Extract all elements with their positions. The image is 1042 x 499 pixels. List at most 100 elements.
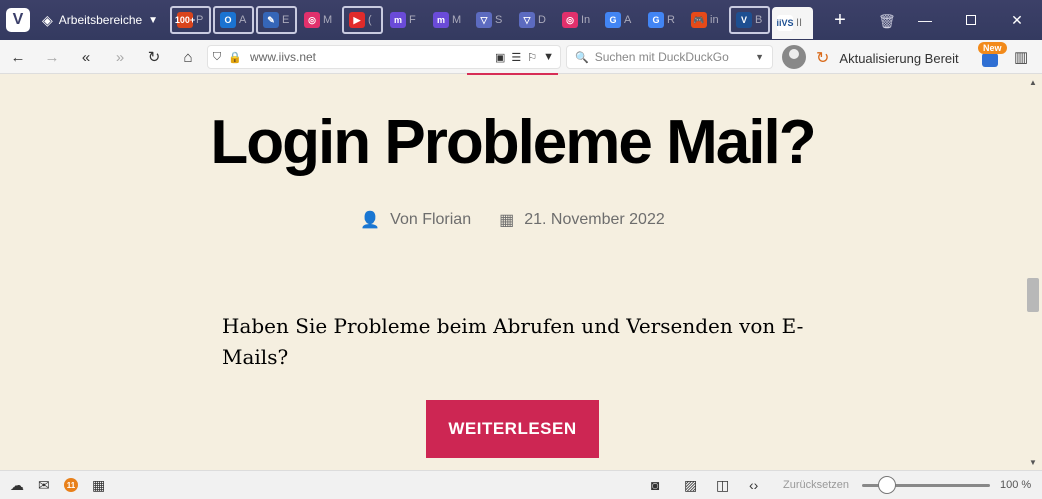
status-bar: ☁ ✉ 11 ▦ ◙ ▨ ◫ ‹› Zurücksetzen 100 % xyxy=(0,470,1042,499)
tab-title: R xyxy=(667,14,675,26)
bookmark-icon[interactable]: ⚐ xyxy=(527,51,537,64)
browser-tab[interactable]: VB xyxy=(729,6,770,34)
tab-favicon-icon: G xyxy=(648,12,664,28)
chevron-down-icon[interactable]: ▼ xyxy=(543,51,554,64)
minimize-button[interactable]: — xyxy=(902,0,948,40)
browser-tab[interactable]: ▽ D xyxy=(514,6,555,34)
navigation-bar: ← → « » ↻ ⌂ ⛉ 🔒 www.iivs.net ▣ ☰ ⚐ ▼ 🔍 S… xyxy=(0,40,1042,74)
tab-favicon-icon: ◎ xyxy=(304,12,320,28)
reload-icon[interactable]: ↻ xyxy=(143,46,165,68)
update-button[interactable]: ↻ Aktualisierung Bereit xyxy=(816,48,959,68)
browser-tab[interactable]: iiVS II xyxy=(772,7,813,39)
closed-tabs-trash-icon[interactable]: 🗑 xyxy=(878,13,896,30)
close-icon: ✕ xyxy=(1011,11,1023,28)
browser-tab[interactable]: 🎮 in xyxy=(686,6,727,34)
browser-tab[interactable]: GR xyxy=(643,6,684,34)
browser-tab[interactable]: ◎ In xyxy=(557,6,598,34)
devtools-icon[interactable]: ‹› xyxy=(749,477,758,493)
workspaces-button[interactable]: ◈ Arbeitsbereiche ▼ xyxy=(42,12,170,29)
workspaces-label: Arbeitsbereiche xyxy=(58,13,143,27)
tab-title: E xyxy=(282,14,290,26)
sync-cloud-icon[interactable]: ☁ xyxy=(10,477,24,494)
reader-view-icon[interactable]: ☰ xyxy=(511,51,521,64)
browser-tab[interactable]: OA xyxy=(213,6,254,34)
shield-icon[interactable]: ⛉ xyxy=(208,51,226,64)
tab-favicon-icon: ◎ xyxy=(562,12,578,28)
person-icon: 👤 xyxy=(360,212,381,229)
browser-tab[interactable]: GA xyxy=(600,6,641,34)
new-badge: New xyxy=(978,42,1007,54)
maximize-button[interactable] xyxy=(948,0,994,40)
home-icon[interactable]: ⌂ xyxy=(177,46,199,68)
update-label: Aktualisierung Bereit xyxy=(839,50,959,66)
new-tab-button[interactable]: + xyxy=(825,9,855,32)
page-content: Login Probleme Mail? 👤 Von Florian ▦ 21.… xyxy=(0,75,1025,470)
tab-favicon-icon: V xyxy=(736,12,752,28)
fast-forward-icon[interactable]: » xyxy=(109,46,131,68)
tab-title: M xyxy=(452,14,462,26)
browser-tab[interactable]: ✎ E xyxy=(256,6,297,34)
article-title: Login Probleme Mail? xyxy=(210,108,816,177)
tab-favicon-icon: 🎮 xyxy=(691,12,707,28)
scroll-down-icon[interactable]: ▼ xyxy=(1029,458,1037,467)
author-meta: 👤 Von Florian xyxy=(360,210,471,230)
author-link[interactable]: Von Florian xyxy=(390,211,471,229)
tab-title: P xyxy=(196,14,204,26)
mail-icon[interactable]: ✉ xyxy=(38,477,50,494)
tab-title: II xyxy=(796,17,803,29)
tab-title: in xyxy=(710,14,719,26)
lock-icon[interactable]: 🔒 xyxy=(226,51,244,64)
rss-icon[interactable]: ▣ xyxy=(495,51,505,64)
date-link[interactable]: 21. November 2022 xyxy=(524,211,665,229)
tab-title: ( xyxy=(368,14,372,26)
article-meta: 👤 Von Florian ▦ 21. November 2022 xyxy=(0,210,1025,230)
extension-icon[interactable] xyxy=(982,53,998,67)
browser-tab[interactable]: mF xyxy=(385,6,426,34)
tab-favicon-icon: ▽ xyxy=(476,12,492,28)
tab-favicon-icon: iiVS xyxy=(777,15,794,31)
tab-title: F xyxy=(409,14,416,26)
scrollbar[interactable]: ▲ ▼ xyxy=(1025,75,1042,470)
address-field[interactable]: ⛉ 🔒 www.iivs.net ▣ ☰ ⚐ ▼ xyxy=(207,45,561,69)
search-field[interactable]: 🔍 Suchen mit DuckDuckGo ▼ xyxy=(566,45,773,69)
date-meta: ▦ 21. November 2022 xyxy=(499,210,665,230)
tab-favicon-icon: 100+ xyxy=(175,12,195,28)
back-icon[interactable]: ← xyxy=(7,46,29,68)
tab-title: S xyxy=(495,14,503,26)
read-more-button[interactable]: WEITERLESEN xyxy=(426,400,599,458)
maximize-icon xyxy=(966,15,976,25)
browser-tab[interactable]: ▽ S xyxy=(471,6,512,34)
tab-title: A xyxy=(239,14,247,26)
calendar-icon[interactable]: ▦ xyxy=(92,477,105,494)
browser-tab[interactable]: mM xyxy=(428,6,469,34)
tab-favicon-icon: ▽ xyxy=(519,12,535,28)
browser-tab[interactable]: 100+ P xyxy=(170,6,211,34)
article-excerpt: Haben Sie Probleme beim Abrufen und Vers… xyxy=(222,314,804,369)
scrollbar-thumb[interactable] xyxy=(1027,278,1039,312)
vivaldi-menu-button[interactable]: V xyxy=(6,8,30,32)
chevron-down-icon[interactable]: ▼ xyxy=(755,52,764,62)
search-icon: 🔍 xyxy=(575,51,589,64)
scroll-up-icon[interactable]: ▲ xyxy=(1029,78,1037,87)
zoom-level: 100 % xyxy=(1000,479,1032,491)
extensions-icon[interactable]: ▥ xyxy=(1014,48,1028,66)
forward-icon[interactable]: → xyxy=(41,46,63,68)
tab-favicon-icon: m xyxy=(390,12,406,28)
tab-favicon-icon: G xyxy=(605,12,621,28)
rewind-icon[interactable]: « xyxy=(75,46,97,68)
tab-favicon-icon: ✎ xyxy=(263,12,279,28)
mail-count-badge: 11 xyxy=(64,478,78,492)
image-icon[interactable]: ▨ xyxy=(684,477,697,494)
close-button[interactable]: ✕ xyxy=(994,0,1040,40)
camera-icon[interactable]: ◙ xyxy=(651,477,659,493)
browser-tab[interactable]: ◎ M xyxy=(299,6,340,34)
tab-strip: 100+ P O A ✎ E ◎ M ▶(m Fm M ▽ S ▽ D ◎ In G A G R 🎮 in V BiiVS II xyxy=(170,0,815,40)
zoom-reset-button[interactable]: Zurücksetzen xyxy=(783,479,849,491)
page-tiling-icon[interactable]: ◫ xyxy=(716,477,729,494)
profile-avatar[interactable] xyxy=(782,45,806,69)
tab-favicon-icon: ▶ xyxy=(349,12,365,28)
url-text[interactable]: www.iivs.net xyxy=(250,50,495,64)
tab-favicon-icon: O xyxy=(220,12,236,28)
zoom-slider-handle[interactable] xyxy=(878,476,896,494)
browser-tab[interactable]: ▶( xyxy=(342,6,383,34)
